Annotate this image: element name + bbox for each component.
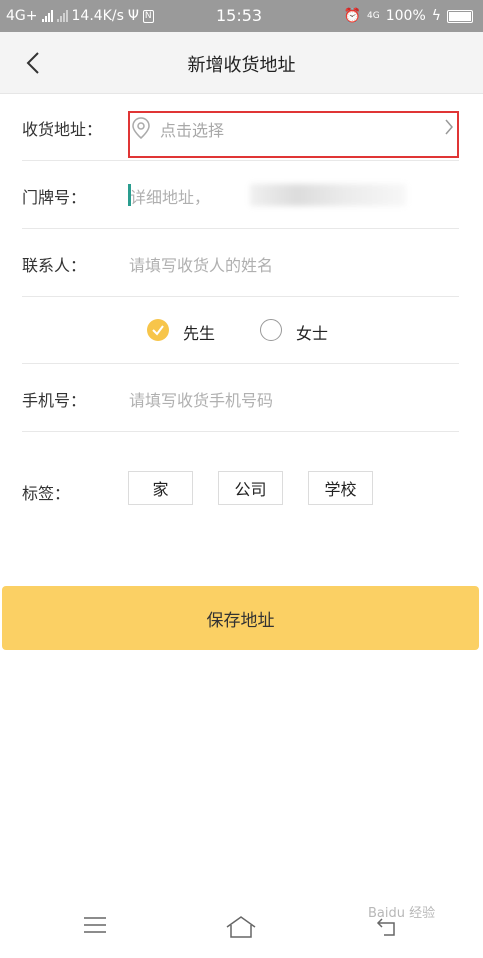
nav-bar: 新增收货地址 bbox=[0, 32, 483, 94]
phone-input[interactable]: 请填写收货手机号码 bbox=[129, 387, 273, 411]
door-number-label: 门牌号： bbox=[22, 188, 87, 207]
phone-row: 手机号： 请填写收货手机号码 bbox=[22, 365, 459, 432]
save-address-button[interactable]: 保存地址 bbox=[2, 586, 479, 650]
contact-label: 联系人： bbox=[22, 256, 87, 275]
network-label: 4G+ bbox=[6, 8, 38, 24]
status-left: 4G+ 14.4K/s Ψ N bbox=[6, 8, 154, 24]
check-icon bbox=[152, 325, 164, 336]
charging-icon: ϟ bbox=[431, 8, 441, 24]
tag-home[interactable]: 家 bbox=[128, 471, 193, 505]
tag-company[interactable]: 公司 bbox=[218, 471, 283, 505]
alarm-icon: ⏰ bbox=[343, 8, 362, 24]
address-select-placeholder[interactable]: 点击选择 bbox=[160, 117, 224, 141]
watermark: Baidu 经验 bbox=[368, 906, 436, 921]
text-cursor bbox=[128, 184, 131, 206]
menu-icon[interactable] bbox=[84, 915, 106, 935]
status-bar: 4G+ 14.4K/s Ψ N 15:53 ⏰ 4G 100% ϟ bbox=[0, 0, 483, 32]
door-number-input[interactable]: 详细地址， bbox=[130, 184, 210, 208]
network-secondary-label: 4G bbox=[367, 11, 380, 21]
status-right: ⏰ 4G 100% ϟ bbox=[344, 8, 473, 24]
signal-icon bbox=[41, 10, 53, 22]
usb-icon: Ψ bbox=[127, 8, 139, 24]
battery-icon bbox=[447, 9, 473, 23]
tag-school[interactable]: 学校 bbox=[308, 471, 373, 505]
signal-secondary-icon bbox=[56, 10, 68, 22]
nfc-icon: N bbox=[142, 9, 154, 23]
radio-ms-label[interactable]: 女士 bbox=[296, 320, 328, 344]
blurred-content bbox=[250, 184, 406, 206]
network-speed: 14.4K/s bbox=[71, 8, 124, 24]
chevron-right-icon bbox=[445, 119, 453, 135]
contact-row: 联系人： 请填写收货人的姓名 bbox=[22, 230, 459, 297]
home-icon[interactable] bbox=[225, 915, 257, 939]
page-title: 新增收货地址 bbox=[187, 55, 296, 76]
battery-percent: 100% bbox=[385, 8, 426, 24]
radio-mr-selected[interactable] bbox=[147, 319, 169, 341]
contact-name-input[interactable]: 请填写收货人的姓名 bbox=[129, 252, 273, 276]
tags-label: 标签： bbox=[22, 484, 71, 503]
radio-ms[interactable] bbox=[260, 319, 282, 341]
phone-label: 手机号： bbox=[22, 391, 87, 410]
location-pin-icon bbox=[132, 117, 150, 139]
gender-row bbox=[22, 297, 459, 364]
address-label: 收货地址： bbox=[22, 120, 103, 139]
clock: 15:53 bbox=[216, 6, 263, 25]
radio-mr-label[interactable]: 先生 bbox=[183, 320, 215, 344]
